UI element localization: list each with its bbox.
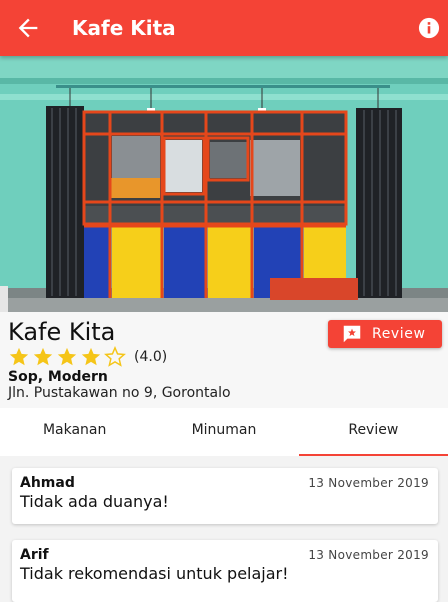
app-bar-title: Kafe Kita bbox=[72, 16, 176, 40]
star-filled-icon bbox=[81, 347, 101, 366]
cafe-photo bbox=[0, 56, 448, 312]
back-button[interactable] bbox=[14, 14, 42, 42]
write-review-button[interactable]: Review bbox=[328, 320, 442, 348]
info-button[interactable] bbox=[418, 17, 440, 39]
review-list[interactable]: Ahmad 13 November 2019 Tidak ada duanya!… bbox=[0, 456, 448, 602]
review-author: Ahmad bbox=[20, 475, 75, 491]
tab-makanan[interactable]: Makanan bbox=[0, 408, 149, 456]
star-outline-icon bbox=[104, 346, 126, 367]
star-filled-icon bbox=[57, 347, 77, 366]
review-date: 13 November 2019 bbox=[308, 476, 429, 490]
info-icon bbox=[418, 17, 440, 39]
rating-value: (4.0) bbox=[134, 349, 168, 365]
write-review-label: Review bbox=[372, 326, 426, 342]
app-bar: Kafe Kita bbox=[0, 0, 448, 56]
review-card: Ahmad 13 November 2019 Tidak ada duanya! bbox=[12, 468, 438, 524]
review-comment: Tidak rekomendasi untuk pelajar! bbox=[20, 564, 289, 583]
place-address: Jln. Pustakawan no 9, Gorontalo bbox=[8, 385, 231, 401]
star-filled-icon bbox=[9, 347, 29, 366]
review-card: Arif 13 November 2019 Tidak rekomendasi … bbox=[12, 540, 438, 602]
place-details: Kafe Kita (4.0) Sop, Modern Jln. Pustaka… bbox=[0, 312, 448, 408]
review-author: Arif bbox=[20, 547, 49, 563]
tab-review[interactable]: Review bbox=[298, 408, 448, 456]
review-date: 13 November 2019 bbox=[308, 548, 429, 562]
star-filled-icon bbox=[33, 347, 53, 366]
review-comment: Tidak ada duanya! bbox=[20, 492, 169, 511]
menu-tabs: Makanan Minuman Review bbox=[0, 408, 448, 457]
rate-review-icon bbox=[343, 325, 361, 343]
tab-minuman[interactable]: Minuman bbox=[149, 408, 298, 456]
rating-stars: (4.0) bbox=[8, 346, 167, 368]
arrow-back-icon bbox=[18, 18, 38, 38]
place-name: Kafe Kita bbox=[8, 318, 116, 346]
